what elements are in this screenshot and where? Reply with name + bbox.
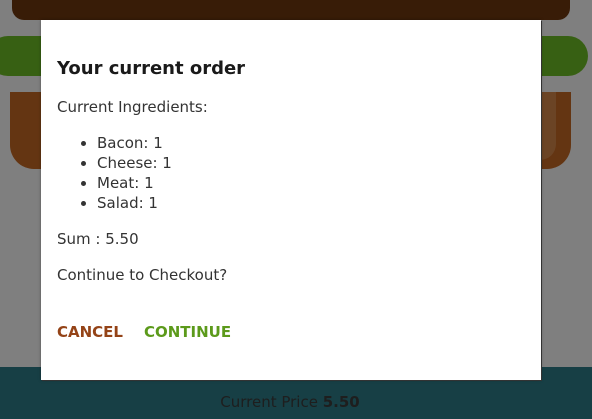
order-summary-modal: Your current order Current Ingredients: …: [41, 20, 541, 380]
current-price-label: Current Price: [220, 393, 318, 411]
continue-button[interactable]: CONTINUE: [144, 323, 231, 341]
order-sum: Sum : 5.50: [57, 230, 139, 248]
burger-builder-page: Current Price 5.50 Your current order Cu…: [0, 0, 592, 419]
ingredient-item-cheese: Cheese: 1: [97, 153, 525, 173]
modal-title: Your current order: [57, 58, 246, 79]
ingredient-item-bacon: Bacon: 1: [97, 133, 525, 153]
modal-actions: CANCEL CONTINUE: [57, 323, 525, 341]
ingredients-label: Current Ingredients:: [57, 98, 208, 116]
ingredient-item-meat: Meat: 1: [97, 173, 525, 193]
current-price-value: 5.50: [322, 393, 360, 411]
cancel-button[interactable]: CANCEL: [57, 323, 123, 341]
current-price: Current Price 5.50: [0, 393, 580, 411]
checkout-prompt: Continue to Checkout?: [57, 266, 228, 284]
ingredient-item-salad: Salad: 1: [97, 193, 525, 213]
ingredients-list: Bacon: 1 Cheese: 1 Meat: 1 Salad: 1: [57, 133, 525, 213]
